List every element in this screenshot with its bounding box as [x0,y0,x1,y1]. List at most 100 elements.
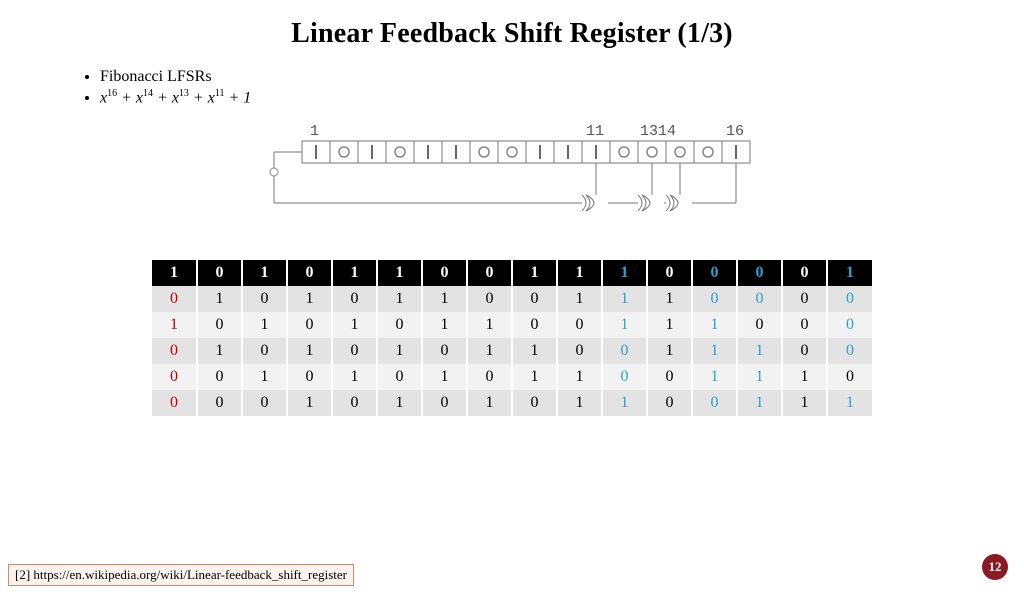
table-cell: 1 [557,286,602,312]
table-cell: 0 [737,286,782,312]
table-cell: 1 [692,338,737,364]
table-cell: 0 [782,312,827,338]
table-cell: 1 [647,286,692,312]
table-cell: 1 [332,364,377,390]
table-cell: 1 [467,338,512,364]
table-cell: 0 [512,390,557,416]
table-cell: 0 [782,338,827,364]
table-cell: 1 [242,364,287,390]
table-row: 0010101011001110 [152,364,872,390]
table-cell: 1 [512,338,557,364]
table-cell: 1 [332,260,377,286]
table-cell: 1 [647,312,692,338]
table-cell: 1 [782,390,827,416]
table-cell: 0 [197,364,242,390]
table-cell: 1 [197,286,242,312]
table-row: 0101010110011100 [152,338,872,364]
table-cell: 0 [512,286,557,312]
table-cell: 1 [467,312,512,338]
table-row: 1010101100111000 [152,312,872,338]
table-cell: 0 [692,286,737,312]
svg-text:11: 11 [586,123,604,140]
table-cell: 1 [557,364,602,390]
table-cell: 1 [827,260,872,286]
state-table: 1010110011100001010101100111000010101011… [152,260,872,416]
lfsr-diagram: 111131416 [232,121,792,236]
table-cell: 0 [467,364,512,390]
table-cell: 0 [512,312,557,338]
table-cell: 1 [152,260,197,286]
table-cell: 1 [737,364,782,390]
table-cell: 0 [737,260,782,286]
table-cell: 0 [152,338,197,364]
table-cell: 0 [242,390,287,416]
table-cell: 1 [737,338,782,364]
table-cell: 1 [512,364,557,390]
table-header-row: 1010110011100001 [152,260,872,286]
table-cell: 0 [242,286,287,312]
table-cell: 0 [467,260,512,286]
table-cell: 0 [827,364,872,390]
svg-text:16: 16 [726,123,744,140]
page-number-badge: 12 [982,554,1008,580]
table-cell: 1 [377,390,422,416]
table-cell: 0 [332,338,377,364]
table-cell: 1 [602,312,647,338]
table-cell: 0 [692,390,737,416]
table-cell: 0 [287,260,332,286]
table-cell: 1 [512,260,557,286]
table-cell: 1 [737,390,782,416]
table-cell: 1 [692,364,737,390]
table-cell: 0 [197,260,242,286]
table-cell: 0 [422,338,467,364]
table-cell: 0 [602,338,647,364]
table-cell: 0 [152,390,197,416]
table-cell: 1 [152,312,197,338]
table-cell: 0 [647,390,692,416]
table-cell: 1 [287,338,332,364]
reference-citation: [2] https://en.wikipedia.org/wiki/Linear… [8,564,354,586]
slide-title: Linear Feedback Shift Register (1/3) [0,18,1024,50]
table-cell: 0 [647,364,692,390]
table-cell: 1 [242,260,287,286]
table-cell: 1 [422,286,467,312]
table-cell: 1 [557,260,602,286]
bullet-fibonacci: Fibonacci LFSRs [100,68,1024,86]
table-cell: 1 [602,286,647,312]
table-cell: 1 [602,260,647,286]
svg-text:1314: 1314 [640,123,676,140]
table-cell: 0 [377,364,422,390]
table-cell: 0 [467,286,512,312]
table-cell: 0 [332,286,377,312]
table-cell: 1 [287,286,332,312]
table-cell: 1 [422,364,467,390]
table-cell: 0 [197,312,242,338]
svg-text:1: 1 [310,123,319,140]
table-cell: 0 [827,286,872,312]
table-cell: 0 [242,338,287,364]
table-row: 0001010101100111 [152,390,872,416]
table-cell: 1 [197,338,242,364]
table-cell: 1 [467,390,512,416]
table-cell: 1 [377,286,422,312]
table-cell: 0 [422,260,467,286]
table-cell: 0 [782,260,827,286]
table-cell: 1 [332,312,377,338]
table-cell: 1 [377,338,422,364]
table-cell: 0 [152,286,197,312]
table-cell: 1 [287,390,332,416]
table-cell: 0 [557,338,602,364]
table-cell: 0 [557,312,602,338]
table-cell: 1 [692,312,737,338]
table-cell: 0 [737,312,782,338]
table-cell: 0 [332,390,377,416]
table-cell: 1 [827,390,872,416]
bullet-list: Fibonacci LFSRs x16 + x14 + x13 + x11 + … [60,68,1024,107]
bullet-polynomial: x16 + x14 + x13 + x11 + 1 [100,88,1024,107]
table-cell: 1 [782,364,827,390]
table-cell: 0 [602,364,647,390]
table-cell: 1 [602,390,647,416]
table-cell: 0 [422,390,467,416]
table-cell: 1 [557,390,602,416]
table-cell: 0 [377,312,422,338]
